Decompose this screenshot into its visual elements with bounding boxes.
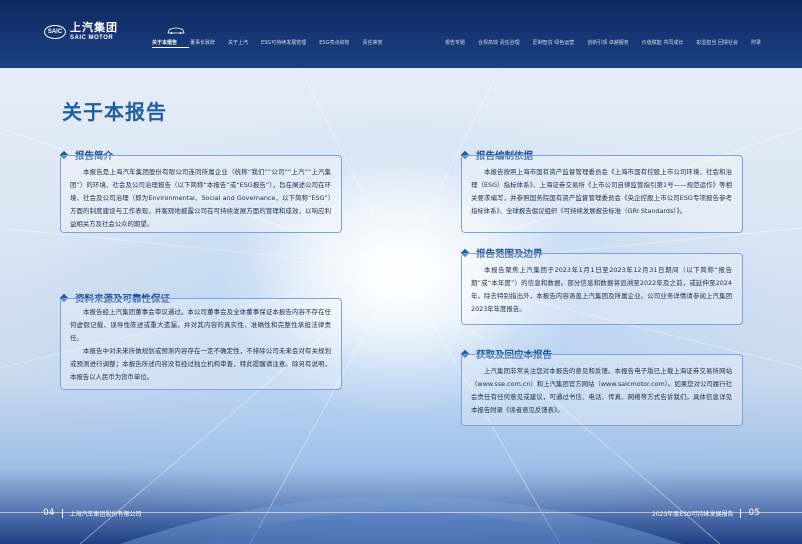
page-title: 关于本报告 xyxy=(62,100,167,124)
nav-item-social-contribution[interactable]: 彰显担当 回馈社会 xyxy=(696,39,738,46)
header-bar: SAIC 上汽集团 SAIC MOTOR 关于本报告 董事长致辞 关于上汽 ES… xyxy=(0,0,802,68)
section-intro-paragraph: 本报告是上海汽车集团股份有限公司连同所属企业（统称“我们”“公司”“上汽”“上汽… xyxy=(70,168,331,228)
section-intro-box: 本报告是上海汽车集团股份有限公司连同所属企业（统称“我们”“公司”“上汽”“上汽… xyxy=(60,155,342,233)
right-page-number: 05 xyxy=(748,508,760,518)
footer-separator xyxy=(739,508,741,518)
footer-company-name: 上海汽车集团股份有限公司 xyxy=(69,510,142,518)
nav-item-innovation-service[interactable]: 创新引领 卓越服务 xyxy=(587,39,629,46)
nav-item-esg-highlights[interactable]: ESG亮点绩效 xyxy=(319,39,349,46)
section-feedback-paragraph: 上汽集团非常关注您对本报告的意见和反馈。本报告电子版已上载上海证券交易所网站（w… xyxy=(471,367,732,414)
section-source-paragraph-1: 本报告经上汽集团董事会审议通过。本公司董事会及全体董事保证本报告内容不存在任何虚… xyxy=(70,308,331,342)
nav-left: 关于本报告 董事长致辞 关于上汽 ESG可持续发展管理 ESG亮点绩效 责任荣誉 xyxy=(152,39,396,46)
footer-separator xyxy=(62,508,64,518)
footer: 04 上海汽车集团股份有限公司 2023年度ESG可持续发展报告 05 xyxy=(0,500,802,544)
nav-item-green-operations[interactable]: 匠制智造 绿色运营 xyxy=(533,39,575,46)
saic-logo[interactable]: SAIC 上汽集团 SAIC MOTOR xyxy=(44,22,118,41)
nav-item-about-report[interactable]: 关于本报告 xyxy=(152,39,177,46)
nav-item-appendix[interactable]: 附录 xyxy=(751,39,761,46)
footer-right: 2023年度ESG可持续发展报告 05 xyxy=(652,508,760,518)
logo-english-text: SAIC MOTOR xyxy=(70,35,114,41)
nav-item-chairman-message[interactable]: 董事长致辞 xyxy=(190,39,215,46)
section-feedback-box: 上汽集团非常关注您对本报告的意见和反馈。本报告电子版已上载上海证券交易所网站（w… xyxy=(461,354,743,426)
footer-report-name: 2023年度ESG可持续发展报告 xyxy=(652,510,734,518)
left-page-number: 04 xyxy=(43,508,55,518)
nav-active-underline xyxy=(152,47,189,48)
section-basis-box: 本报告按照上海市国有资产监督管理委员会《上海市国有控股上市公司环境、社会和治理（… xyxy=(461,155,743,233)
car-icon xyxy=(167,27,185,34)
section-scope-paragraph: 本报告聚焦上汽集团于2023年1月1日至2023年12月31日期间（以下简称“报… xyxy=(471,266,732,313)
nav-item-honors[interactable]: 责任荣誉 xyxy=(362,39,382,46)
nav-item-governance[interactable]: 合规高效 责任治理 xyxy=(478,39,520,46)
saic-logo-badge: SAIC xyxy=(44,24,66,39)
nav-item-report-topic[interactable]: 报告专题 xyxy=(445,39,465,46)
section-source-box: 本报告经上汽集团董事会审议通过。本公司董事会及全体董事保证本报告内容不存在任何虚… xyxy=(60,298,342,390)
page: SAIC 上汽集团 SAIC MOTOR 关于本报告 董事长致辞 关于上汽 ES… xyxy=(0,0,802,544)
section-basis-paragraph: 本报告按照上海市国有资产监督管理委员会《上海市国有控股上市公司环境、社会和治理（… xyxy=(471,168,732,215)
nav-item-about-saic[interactable]: 关于上汽 xyxy=(228,39,248,46)
footer-left: 04 上海汽车集团股份有限公司 xyxy=(43,508,141,518)
nav-item-esg-management[interactable]: ESG可持续发展管理 xyxy=(261,39,306,46)
nav-right: 报告专题 合规高效 责任治理 匠制智造 绿色运营 创新引领 卓越服务 价值赋能 … xyxy=(445,39,774,46)
nav-item-shared-growth[interactable]: 价值赋能 共同成长 xyxy=(642,39,684,46)
logo-chinese-text: 上汽集团 xyxy=(70,21,118,34)
section-source-paragraph-2: 本报告中对未来所做规划或预测内容存在一定不确定性，不排除公司未来会对有关规划或预… xyxy=(70,347,331,381)
section-scope-box: 本报告聚焦上汽集团于2023年1月1日至2023年12月31日期间（以下简称“报… xyxy=(461,253,743,325)
